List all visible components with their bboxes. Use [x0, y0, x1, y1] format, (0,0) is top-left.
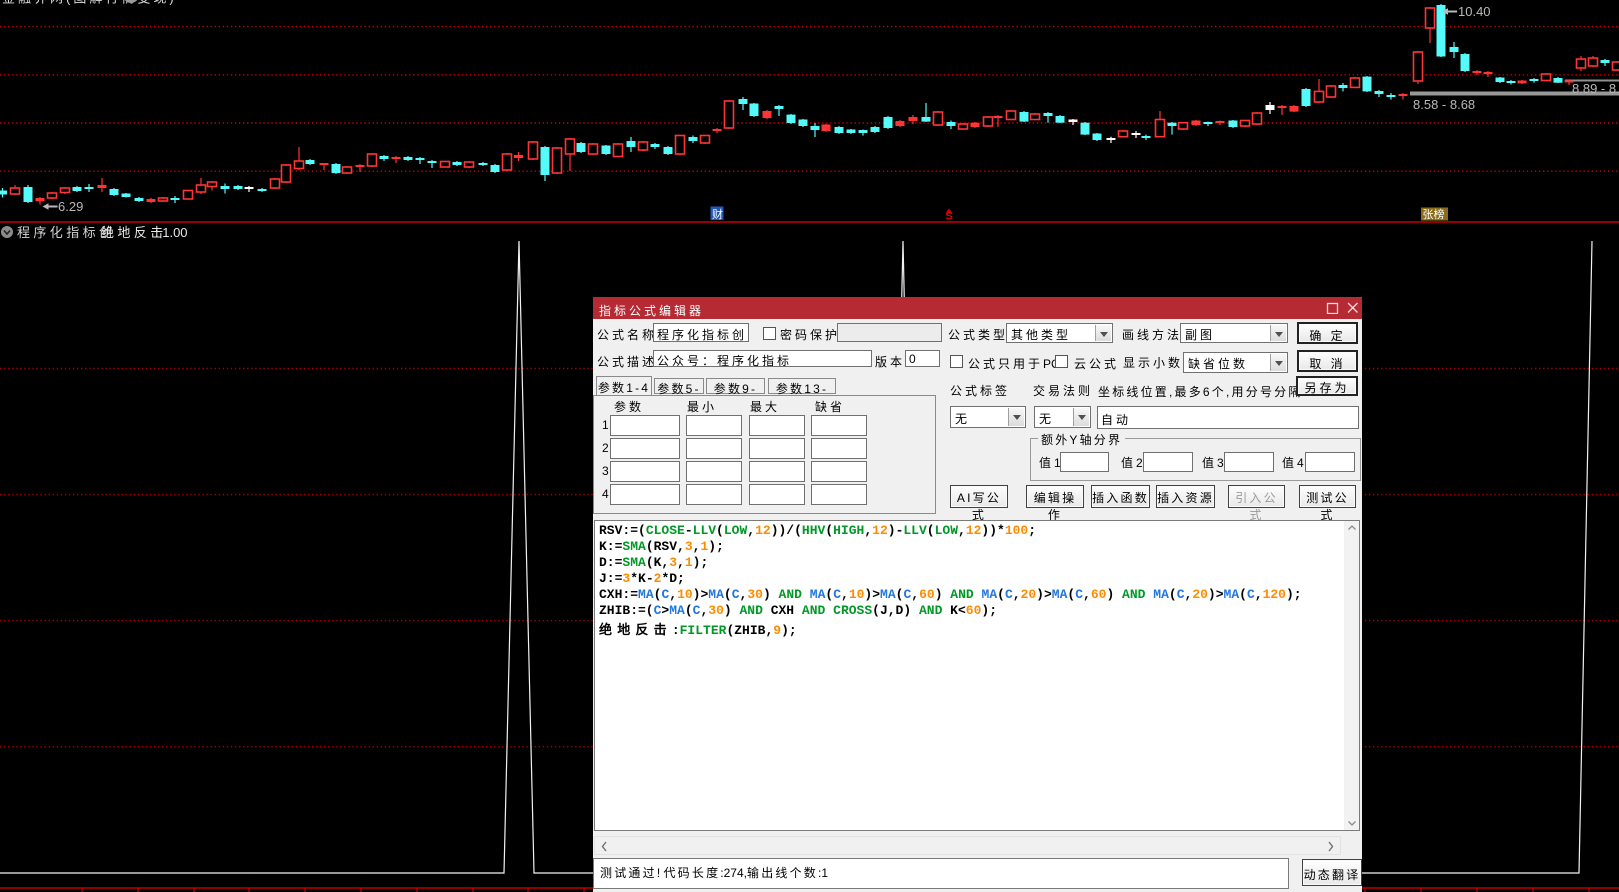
svg-text:8.89 - 8.9: 8.89 - 8.9 [1572, 81, 1619, 96]
svg-text:10.40: 10.40 [1458, 4, 1491, 19]
svg-text:6.29: 6.29 [58, 199, 83, 214]
svg-text:财: 财 [712, 207, 723, 221]
svg-text:: 1.00: : 1.00 [155, 225, 188, 240]
svg-text:S: S [946, 211, 953, 223]
svg-text:金融界网(图解行情变现): 金融界网(图解行情变现) [2, 0, 177, 6]
svg-text:8.58 - 8.68: 8.58 - 8.68 [1413, 97, 1475, 112]
svg-text:张榜: 张榜 [1423, 207, 1445, 221]
